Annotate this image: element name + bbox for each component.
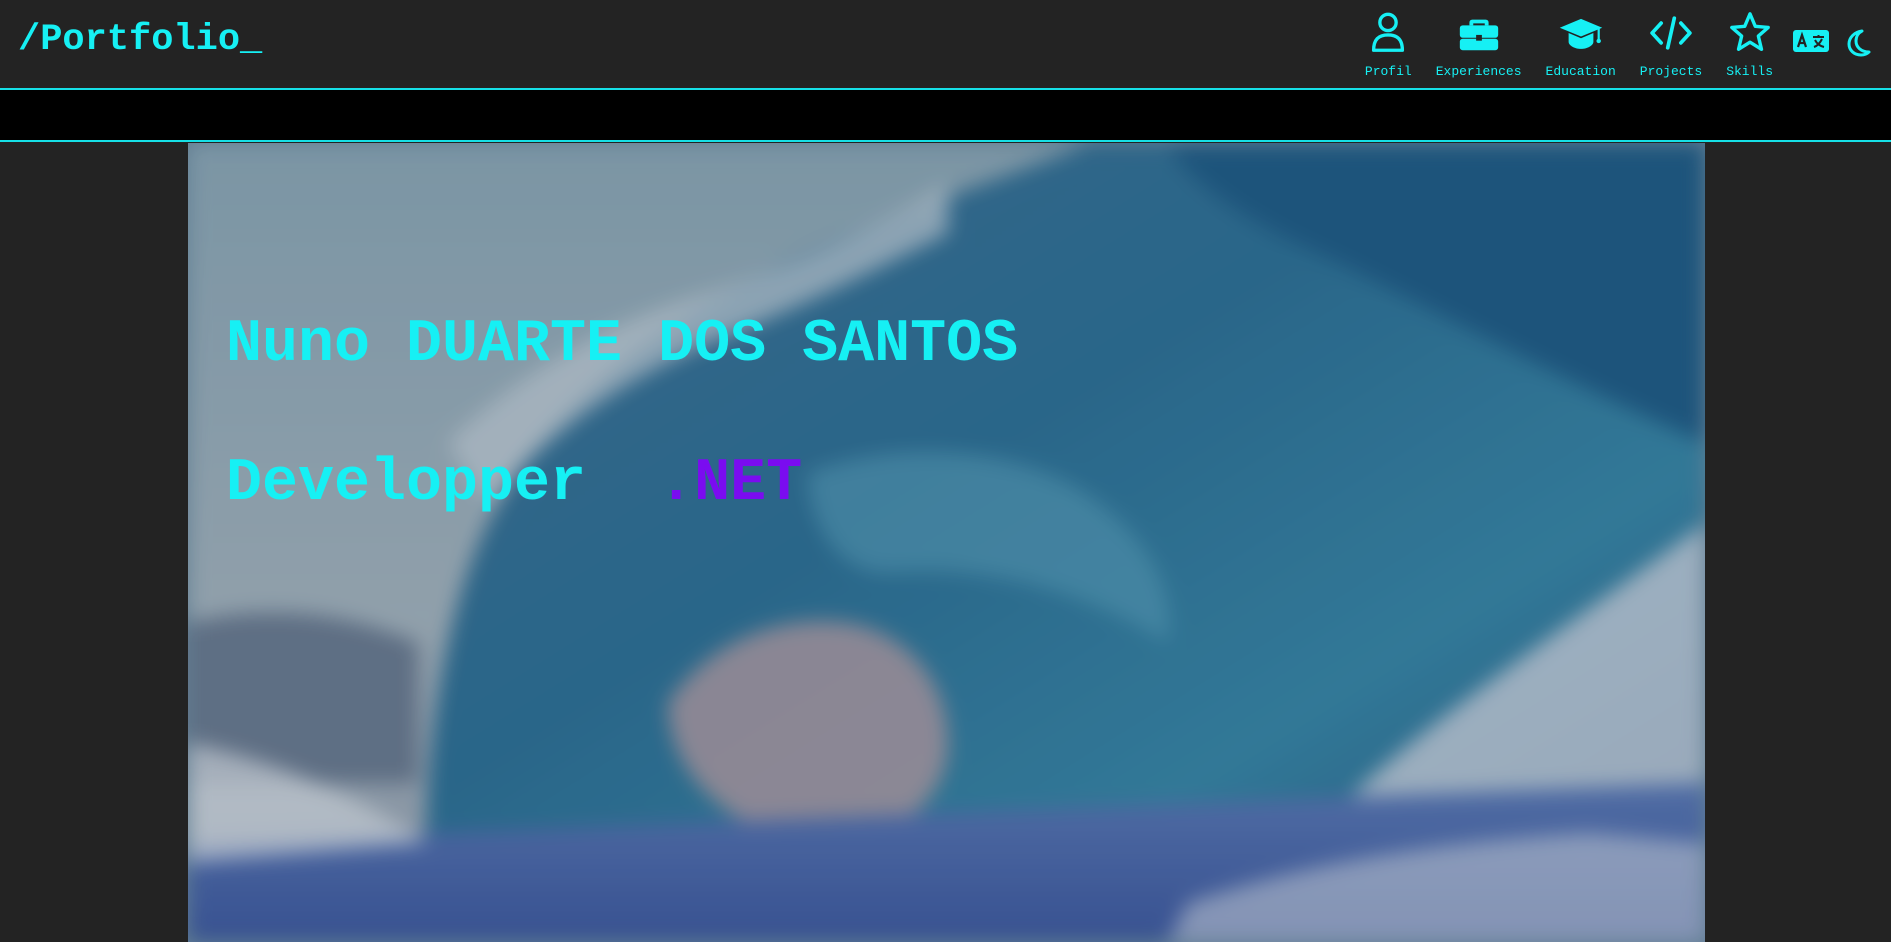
code-icon bbox=[1648, 10, 1694, 56]
hero-overlay bbox=[188, 143, 1705, 942]
language-button[interactable] bbox=[1793, 0, 1829, 54]
hero-role: Developper .NET bbox=[226, 454, 802, 514]
nav-label-skills: Skills bbox=[1726, 64, 1773, 79]
nav-item-education[interactable]: Education bbox=[1546, 0, 1616, 79]
nav-label-projects: Projects bbox=[1639, 64, 1703, 79]
nav-item-skills[interactable]: Skills bbox=[1726, 0, 1773, 79]
moon-icon bbox=[1845, 28, 1871, 58]
nav-menu: Profil Experiences Education Projects Sk… bbox=[1353, 0, 1879, 88]
top-navbar: /Portfolio_ Profil Experiences Education… bbox=[0, 0, 1891, 90]
theme-toggle-button[interactable] bbox=[1845, 0, 1871, 58]
nav-label-education: Education bbox=[1545, 64, 1616, 79]
nav-label-experiences: Experiences bbox=[1435, 64, 1522, 79]
user-icon bbox=[1365, 10, 1411, 56]
nav-item-profil[interactable]: Profil bbox=[1365, 0, 1412, 79]
hero-name: Nuno DUARTE DOS SANTOS bbox=[226, 311, 1019, 379]
hero-role-title: Developper bbox=[226, 450, 659, 518]
nav-label-profil: Profil bbox=[1364, 64, 1412, 79]
nav-item-projects[interactable]: Projects bbox=[1640, 0, 1702, 79]
hero-role-tech: .NET bbox=[658, 450, 803, 518]
star-icon bbox=[1727, 10, 1773, 56]
graduation-cap-icon bbox=[1558, 10, 1604, 56]
secondary-bar bbox=[0, 90, 1891, 142]
hero-banner: Nuno DUARTE DOS SANTOS Developper .NET bbox=[188, 143, 1705, 942]
translate-icon bbox=[1793, 28, 1829, 54]
briefcase-icon bbox=[1456, 10, 1502, 56]
brand-logo[interactable]: /Portfolio_ bbox=[18, 22, 262, 59]
nav-item-experiences[interactable]: Experiences bbox=[1436, 0, 1522, 79]
